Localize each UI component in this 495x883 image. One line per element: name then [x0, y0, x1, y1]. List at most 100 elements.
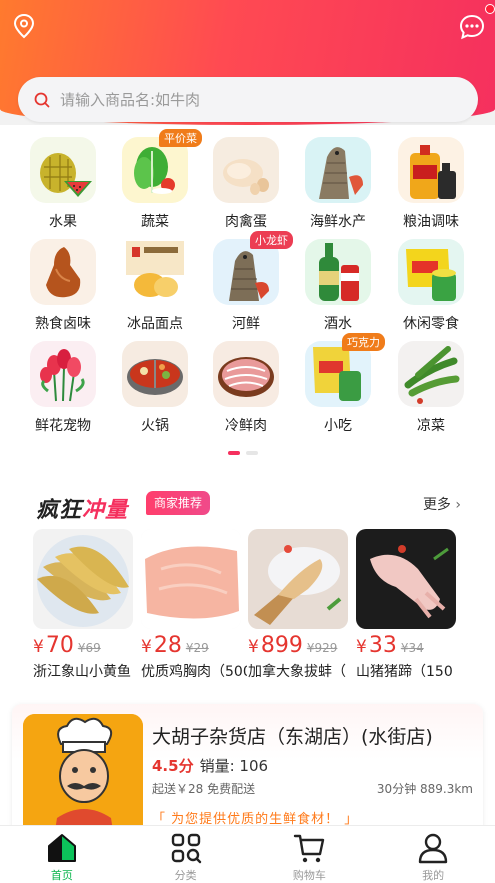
category-label: 休闲零食: [403, 316, 459, 332]
sliced-meat-icon: [213, 341, 279, 407]
category-label: 酒水: [324, 316, 352, 332]
store-delivery: 起送￥28 免费配送: [152, 782, 256, 796]
search-input[interactable]: [60, 90, 440, 109]
tab-cart[interactable]: 购物车: [248, 826, 372, 883]
deal-item[interactable]: ¥33 ¥34 山猪猪蹄（150: [356, 529, 458, 681]
deal-price-old-value: 29: [193, 641, 209, 655]
deal-item[interactable]: ¥28 ¥29 优质鸡胸肉（500g: [141, 529, 247, 681]
category-seafood[interactable]: 海鲜水产: [293, 137, 383, 231]
deal-price: ¥33 ¥34: [356, 633, 458, 658]
category-frozen-pastry[interactable]: 冰品面点: [110, 239, 200, 333]
deal-name: 加拿大象拔蚌（: [248, 664, 346, 680]
deal-item[interactable]: ¥899 ¥929 加拿大象拔蚌（: [248, 529, 350, 681]
durian-watermelon-icon: [30, 137, 96, 203]
category-tag: 平价菜: [159, 129, 202, 147]
currency-symbol: ¥: [356, 637, 367, 657]
category-label: 凉菜: [417, 418, 445, 434]
yellow-croaker-image: [33, 529, 133, 629]
tulips-icon: [30, 341, 96, 407]
deal-price-old: ¥34: [401, 641, 424, 655]
currency-symbol: ¥: [248, 637, 259, 657]
category-cold-dish[interactable]: 凉菜: [386, 341, 476, 435]
category-chilled-meat[interactable]: 冷鲜肉: [201, 341, 291, 435]
store-score: 4.5分: [152, 757, 194, 775]
category-drinks[interactable]: 酒水: [293, 239, 383, 333]
category-meat-egg[interactable]: 肉禽蛋: [201, 137, 291, 231]
store-rating: 4.5分 销量: 106: [152, 755, 268, 776]
carousel-indicator: [228, 451, 258, 455]
deals-badge: 商家推荐: [146, 491, 211, 515]
store-sales: 销量: 106: [199, 757, 269, 775]
tab-category[interactable]: 分类: [124, 826, 248, 883]
carousel-dot-active[interactable]: [228, 451, 240, 455]
chicken-breast-image: [141, 529, 241, 629]
chevron-right-icon: ›: [455, 497, 461, 513]
category-label: 冰品面点: [127, 316, 183, 332]
carousel-dot[interactable]: [246, 451, 258, 455]
category-label: 小吃: [324, 418, 352, 434]
category-icon: [171, 833, 201, 864]
category-grain-oil[interactable]: 粮油调味: [386, 137, 476, 231]
category-label: 粮油调味: [403, 214, 459, 230]
category-tag: 小龙虾: [250, 231, 293, 249]
deal-price-now: 70: [45, 633, 74, 658]
store-distance: 30分钟 889.3km: [376, 782, 473, 796]
roast-duck-icon: [30, 239, 96, 305]
deals-title-part: 疯狂: [36, 497, 83, 523]
unread-dot: [485, 4, 495, 14]
deal-price-old-value: 929: [314, 641, 338, 655]
deal-name: 山猪猪蹄（150: [356, 664, 453, 680]
cooking-oil-icon: [398, 137, 464, 203]
category-label: 冷鲜肉: [225, 418, 267, 434]
bottom-tab-bar: 首页 分类 购物车 我的: [0, 825, 495, 883]
category-hotpot[interactable]: 火锅: [110, 341, 200, 435]
deal-price-old-value: 34: [408, 641, 424, 655]
deals-header: 疯狂冲量 商家推荐 更多 ›: [36, 490, 461, 523]
home-icon: [47, 834, 76, 862]
category-label: 熟食卤味: [35, 316, 91, 332]
deals-title: 疯狂冲量: [36, 492, 128, 524]
steamed-buns-icon: [122, 239, 188, 305]
currency-symbol: ¥: [33, 637, 44, 657]
category-vegetable[interactable]: 平价菜 蔬菜: [110, 129, 202, 231]
category-label: 肉禽蛋: [225, 214, 267, 230]
vegetables-icon: 平价菜: [122, 129, 202, 203]
deal-price-now: 28: [153, 633, 182, 658]
category-fruit[interactable]: 水果: [18, 137, 108, 231]
category-snack-food[interactable]: 巧克力 小吃: [293, 333, 385, 435]
deal-price-old: ¥929: [307, 641, 338, 655]
search-bar[interactable]: [18, 77, 478, 122]
home-content: 水果 平价菜 蔬菜 肉禽蛋 海鲜水产 粮油调味 熟食卤味 冰品面点 小龙虾 河鲜…: [0, 125, 495, 844]
snacks-icon: [398, 239, 464, 305]
store-name: 大胡子杂货店（东湖店）(水街店): [152, 726, 433, 748]
geoduck-image: [248, 529, 348, 629]
chips-icon: 巧克力: [305, 333, 385, 407]
user-icon: [418, 833, 448, 864]
pig-trotter-image: [356, 529, 456, 629]
tab-profile[interactable]: 我的: [371, 826, 495, 883]
category-deli[interactable]: 熟食卤味: [18, 239, 108, 333]
store-card[interactable]: menu 大胡子杂货店（东湖店）(水街店) 4.5分销量: 106 起送￥28 …: [12, 704, 483, 844]
location-icon[interactable]: [12, 13, 36, 39]
deal-price-old-value: 69: [85, 641, 101, 655]
tab-label: 分类: [174, 869, 197, 882]
tab-label: 购物车: [292, 869, 326, 882]
deal-price-old: ¥29: [186, 641, 209, 655]
category-label: 火锅: [141, 418, 169, 434]
deal-price-old: ¥69: [78, 641, 101, 655]
category-label: 蔬菜: [141, 214, 169, 230]
cart-icon: [294, 834, 325, 863]
more-link[interactable]: 更多 ›: [423, 494, 461, 514]
deals-list: ¥70¥69 浙江象山小黄鱼 ¥28¥29 优质鸡胸肉（500g ¥899¥92…: [33, 529, 495, 689]
category-flowers-pets[interactable]: 鲜花宠物: [18, 341, 108, 435]
category-label: 海鲜水产: [310, 214, 366, 230]
message-icon[interactable]: [459, 14, 485, 40]
category-freshwater[interactable]: 小龙虾 河鲜: [201, 231, 293, 333]
category-snacks[interactable]: 休闲零食: [386, 239, 476, 333]
currency-symbol: ¥: [141, 637, 152, 657]
tab-home[interactable]: 首页: [0, 826, 124, 883]
deal-price-now: 33: [368, 633, 397, 658]
category-label: 鲜花宠物: [35, 418, 91, 434]
category-label: 河鲜: [232, 316, 260, 332]
deal-item[interactable]: ¥70 ¥69 浙江象山小黄鱼: [33, 529, 135, 681]
